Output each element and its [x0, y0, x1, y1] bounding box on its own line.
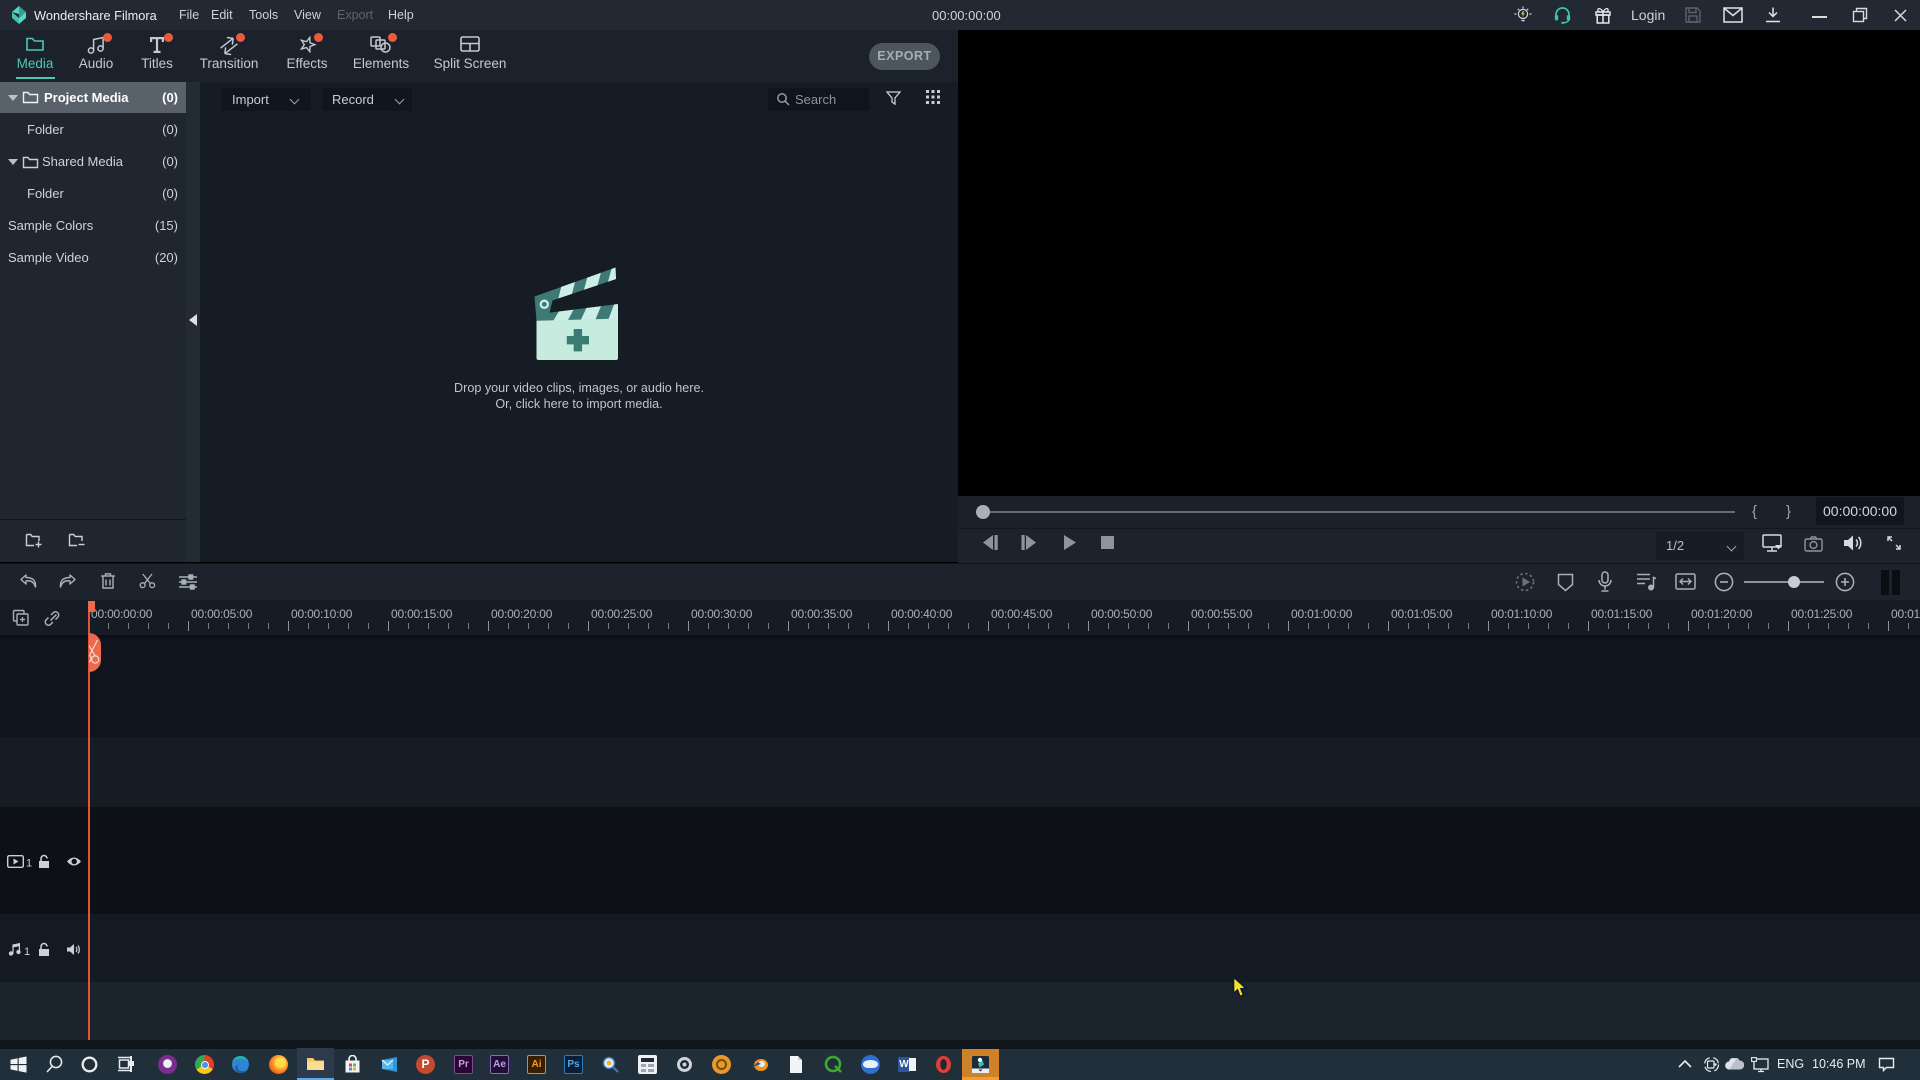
svg-text:1: 1: [24, 946, 30, 956]
svg-text:1: 1: [26, 858, 32, 869]
